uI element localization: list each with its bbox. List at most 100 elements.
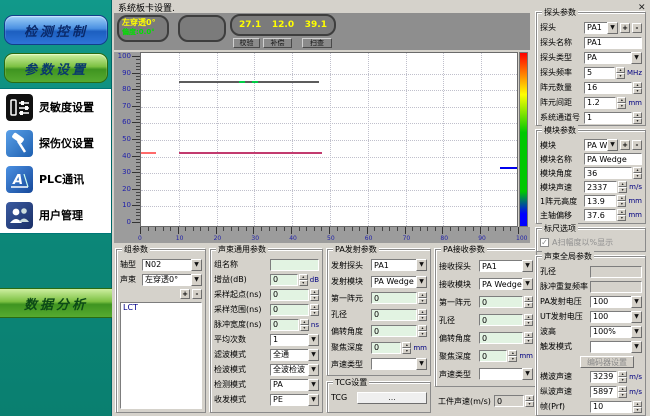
spinner[interactable]: ▴▾: [617, 97, 626, 109]
sidebar-button-data-analysis[interactable]: 数据分析: [0, 288, 112, 318]
spinner[interactable]: ▴▾: [310, 289, 319, 301]
chevron-down-icon[interactable]: ▼: [522, 278, 533, 290]
chevron-down-icon[interactable]: ▼: [607, 22, 618, 34]
probe-3-spin-field[interactable]: 5: [584, 67, 615, 79]
plot-area[interactable]: [140, 52, 518, 227]
spinner[interactable]: ▴▾: [508, 350, 517, 362]
probe-5-spin-field[interactable]: 1.2: [584, 97, 616, 109]
beam-global-8-spin-field[interactable]: 5897: [590, 386, 617, 398]
chevron-down-icon[interactable]: ▼: [191, 274, 202, 286]
beam-common-6-select[interactable]: 全通: [270, 349, 309, 361]
module-1-text-field[interactable]: PA Wedge: [584, 153, 642, 165]
channel-tab-empty[interactable]: [178, 15, 226, 42]
pa-tx-3-spin-field[interactable]: 0: [371, 309, 417, 321]
chevron-down-icon[interactable]: ▼: [308, 379, 319, 391]
module-5-spin-field[interactable]: 37.6: [584, 209, 616, 221]
spinner[interactable]: ▴▾: [418, 292, 427, 304]
chevron-down-icon[interactable]: ▼: [416, 259, 427, 271]
add-button[interactable]: +: [620, 23, 630, 33]
chevron-down-icon[interactable]: ▼: [631, 52, 642, 64]
group-1-select[interactable]: 左穿透0°: [142, 274, 192, 286]
tcg-edit-button[interactable]: ...: [357, 392, 427, 404]
pa-rx-0-select[interactable]: PA1: [479, 260, 523, 272]
probe-4-spin-field[interactable]: 16: [584, 82, 632, 94]
chevron-down-icon[interactable]: ▼: [416, 276, 427, 288]
pa-tx-4-spin-field[interactable]: 0: [371, 325, 417, 337]
list-item[interactable]: LCT: [121, 303, 201, 312]
beam-common-1-spin-field[interactable]: 0: [270, 274, 298, 286]
spinner[interactable]: ▴▾: [310, 304, 319, 316]
module-4-spin-field[interactable]: 13.9: [584, 195, 616, 207]
chevron-down-icon[interactable]: ▼: [631, 341, 642, 353]
chevron-down-icon[interactable]: ▼: [631, 326, 642, 338]
sidebar-item-sensitivity[interactable]: 灵敏度设置: [0, 89, 111, 125]
beam-global-7-spin-field[interactable]: 3239: [590, 371, 617, 383]
beam-global-9-spin-field[interactable]: 10: [590, 401, 632, 413]
group-0-select[interactable]: N02: [142, 259, 192, 271]
beam-global-2-select[interactable]: 100: [590, 296, 632, 308]
beam-global-5-select[interactable]: [590, 341, 632, 353]
chart-line-gate-b[interactable]: [179, 152, 323, 154]
pa-rx-6-select[interactable]: [479, 368, 523, 380]
ascan-percent-checkbox[interactable]: ✓: [540, 238, 549, 247]
beam-common-2-spin-field[interactable]: 0: [270, 289, 309, 301]
compensate-button[interactable]: 补偿: [263, 38, 292, 48]
spinner[interactable]: ▴▾: [524, 296, 533, 308]
chevron-down-icon[interactable]: ▼: [416, 358, 427, 370]
spinner[interactable]: ▴▾: [524, 314, 533, 326]
module-2-spin-field[interactable]: 36: [584, 167, 632, 179]
spinner[interactable]: ▴▾: [618, 181, 627, 193]
chevron-down-icon[interactable]: ▼: [522, 368, 533, 380]
spinner[interactable]: ▴▾: [618, 371, 627, 383]
chevron-down-icon[interactable]: ▼: [631, 311, 642, 323]
pa-tx-6-select[interactable]: [371, 358, 417, 370]
beam-common-5-select[interactable]: 1: [270, 334, 309, 346]
workpiece-velocity-field[interactable]: 0: [494, 395, 524, 407]
module-0-select[interactable]: PA Wedge: [584, 139, 608, 151]
spinner[interactable]: ▴▾: [299, 274, 308, 286]
add-button[interactable]: +: [620, 140, 630, 150]
sidebar-item-plc-comm[interactable]: A PLC通讯: [0, 161, 111, 197]
calibrate-button[interactable]: 校验: [233, 38, 260, 48]
scan-button[interactable]: 扫查: [302, 38, 332, 48]
chevron-down-icon[interactable]: ▼: [308, 364, 319, 376]
beam-listbox[interactable]: LCT: [120, 302, 202, 409]
spinner[interactable]: ▴▾: [633, 167, 642, 179]
spinner[interactable]: ▴▾: [524, 332, 533, 344]
pa-tx-1-select[interactable]: PA Wedge: [371, 276, 417, 288]
chevron-down-icon[interactable]: ▼: [607, 139, 618, 151]
spinner[interactable]: ▴▾: [633, 112, 642, 124]
remove-button[interactable]: -: [632, 140, 642, 150]
pa-rx-3-spin-field[interactable]: 0: [479, 314, 523, 326]
spinner[interactable]: ▴▾: [300, 319, 309, 331]
sidebar-button-detect-control[interactable]: 检测控制: [4, 15, 108, 45]
chevron-down-icon[interactable]: ▼: [308, 334, 319, 346]
beam-common-7-select[interactable]: 全波检波: [270, 364, 309, 376]
chevron-down-icon[interactable]: ▼: [308, 394, 319, 406]
spinner[interactable]: ▴▾: [418, 309, 427, 321]
beam-common-4-spin-field[interactable]: 0: [270, 319, 299, 331]
chevron-down-icon[interactable]: ▼: [308, 349, 319, 361]
spinner[interactable]: ▴▾: [525, 395, 534, 407]
beam-common-9-select[interactable]: PE: [270, 394, 309, 406]
beam-global-6-disabled-button[interactable]: 编码器设置: [580, 356, 634, 368]
chevron-down-icon[interactable]: ▼: [191, 259, 202, 271]
sidebar-button-param-settings[interactable]: 参数设置: [4, 53, 108, 83]
spinner[interactable]: ▴▾: [617, 209, 626, 221]
spinner[interactable]: ▴▾: [616, 67, 625, 79]
beam-global-3-select[interactable]: 100: [590, 311, 632, 323]
probe-1-text-field[interactable]: PA1: [584, 37, 642, 49]
beam-common-8-select[interactable]: PA: [270, 379, 309, 391]
module-3-spin-field[interactable]: 2337: [584, 181, 617, 193]
beam-global-4-select[interactable]: 100%: [590, 326, 632, 338]
sidebar-item-user-mgmt[interactable]: 用户管理: [0, 197, 111, 233]
spinner[interactable]: ▴▾: [618, 386, 627, 398]
remove-button[interactable]: -: [632, 23, 642, 33]
beam-common-3-spin-field[interactable]: 0: [270, 304, 309, 316]
pa-rx-4-spin-field[interactable]: 0: [479, 332, 523, 344]
spinner[interactable]: ▴▾: [633, 401, 642, 413]
pa-rx-2-spin-field[interactable]: 0: [479, 296, 523, 308]
pa-rx-5-spin-field[interactable]: 0: [479, 350, 507, 362]
spinner[interactable]: ▴▾: [633, 82, 642, 94]
probe-6-spin-field[interactable]: 1: [584, 112, 632, 124]
